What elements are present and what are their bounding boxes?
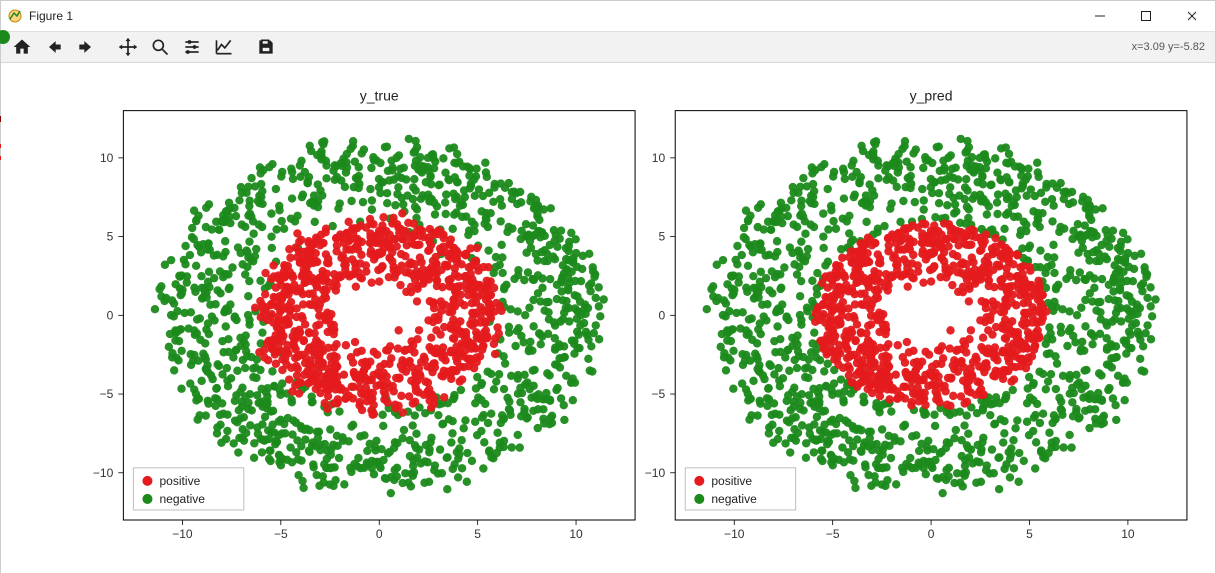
legend: positive negative — [685, 468, 795, 510]
legend-label: positive — [711, 474, 752, 488]
ytick-label: −10 — [93, 466, 114, 480]
forward-button[interactable] — [71, 32, 101, 62]
axes-title: y_pred — [910, 88, 953, 104]
axes-title: y_true — [360, 88, 399, 104]
points-group — [703, 135, 1160, 498]
xtick-label: 0 — [928, 527, 935, 541]
xtick-label: −10 — [724, 527, 745, 541]
titlebar: Figure 1 — [1, 1, 1215, 32]
zoom-button[interactable] — [145, 32, 175, 62]
xtick-label: 5 — [474, 527, 481, 541]
xtick-label: −10 — [172, 527, 193, 541]
window-title: Figure 1 — [29, 9, 73, 23]
ytick-label: 10 — [652, 151, 666, 165]
xtick-label: 10 — [569, 527, 583, 541]
xtick-label: 5 — [1026, 527, 1033, 541]
ytick-label: −5 — [651, 387, 665, 401]
ytick-label: 10 — [100, 151, 114, 165]
legend-label: negative — [159, 492, 205, 506]
save-button[interactable] — [251, 32, 281, 62]
minimize-button[interactable] — [1077, 1, 1123, 31]
back-button[interactable] — [39, 32, 69, 62]
close-button[interactable] — [1169, 1, 1215, 31]
mpl-toolbar: x=3.09 y=-5.82 — [1, 32, 1215, 63]
ytick-label: −10 — [645, 466, 666, 480]
axes-0: −10 −5 0 5 10 −10 −5 0 5 10 y_true positive negative — [93, 88, 635, 541]
maximize-button[interactable] — [1123, 1, 1169, 31]
xtick-label: −5 — [826, 527, 840, 541]
legend-label: negative — [711, 492, 757, 506]
configure-subplots-button[interactable] — [177, 32, 207, 62]
edit-axis-button[interactable] — [209, 32, 239, 62]
pan-button[interactable] — [113, 32, 143, 62]
axes-1: −10 −5 0 5 10 −10 −5 0 5 10 y_pred positive negative — [645, 88, 1187, 541]
figure-window: Figure 1 — [0, 0, 1216, 573]
legend-label: positive — [159, 474, 200, 488]
figure-canvas[interactable]: −10 −5 0 5 10 −10 −5 0 5 10 y_true positive negative… — [1, 63, 1215, 573]
xtick-label: −5 — [274, 527, 288, 541]
ytick-label: 0 — [107, 308, 114, 322]
points-group — [151, 135, 608, 498]
ytick-label: 0 — [658, 308, 665, 322]
ytick-label: 5 — [107, 230, 114, 244]
ytick-label: 5 — [658, 230, 665, 244]
figure-svg: −10 −5 0 5 10 −10 −5 0 5 10 y_true positive negative… — [13, 69, 1207, 572]
xtick-label: 0 — [376, 527, 383, 541]
cursor-coordinates: x=3.09 y=-5.82 — [1132, 41, 1209, 53]
xtick-label: 10 — [1121, 527, 1135, 541]
legend: positive negative — [133, 468, 243, 510]
ytick-label: −5 — [100, 387, 114, 401]
